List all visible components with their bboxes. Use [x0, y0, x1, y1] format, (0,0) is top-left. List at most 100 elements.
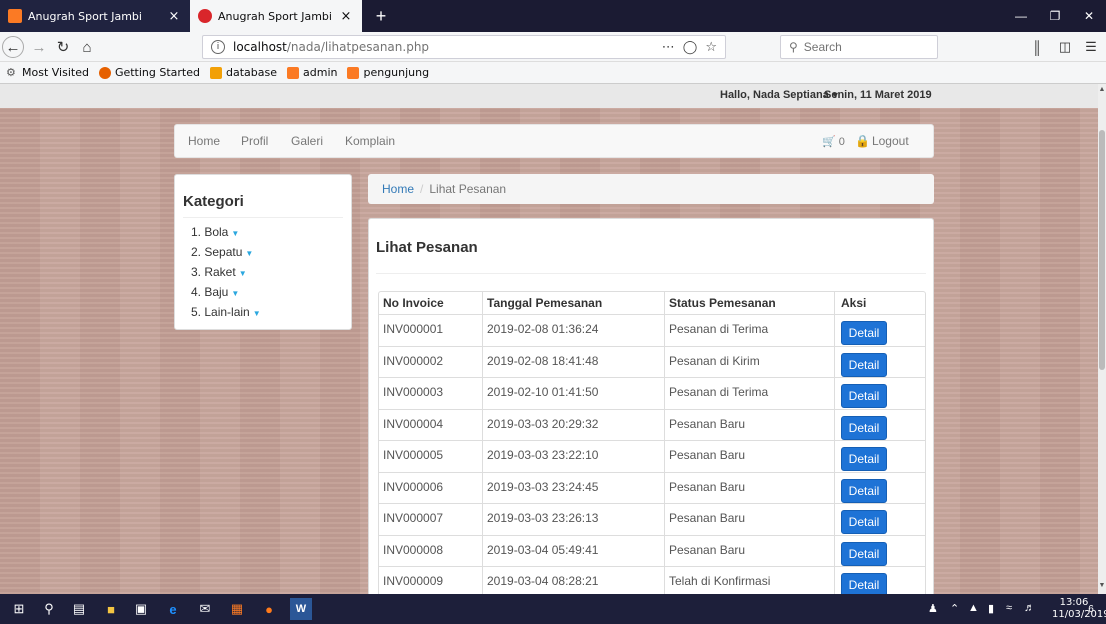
action-cell: Detail	[835, 315, 925, 346]
volume-icon[interactable]: ♬	[1024, 602, 1035, 614]
wifi-icon[interactable]: ≈	[1006, 602, 1012, 614]
store-icon[interactable]: ▣	[130, 598, 152, 620]
detail-button[interactable]: Detail	[841, 510, 887, 534]
table-row: INV000001 2019-02-08 01:36:24 Pesanan di T…	[379, 314, 925, 346]
task-view-icon[interactable]: ▤	[68, 598, 90, 620]
library-icon[interactable]: ║	[1026, 36, 1048, 58]
column-header: Status Pemesanan	[665, 292, 835, 314]
url-bar[interactable]: i localhost /nada/lihatpesanan.php ⋯ ◯ ☆	[202, 35, 726, 59]
tray-chevron-icon[interactable]: ⌃	[950, 602, 959, 615]
order-status-cell: Pesanan Baru	[665, 441, 835, 472]
nav-komplain[interactable]: Komplain	[345, 134, 395, 148]
caret-down-icon: ▼	[231, 289, 240, 298]
bookmark-most-visited[interactable]: ⚙ Most Visited	[6, 66, 89, 79]
menu-icon[interactable]: ☰	[1080, 36, 1102, 58]
page-scrollbar[interactable]: ▲ ▼	[1098, 84, 1106, 594]
browser-tab-1[interactable]: Anugrah Sport Jambi ×	[0, 0, 190, 32]
bookmark-admin[interactable]: admin	[287, 66, 337, 79]
gear-icon: ⚙	[6, 65, 16, 79]
detail-button[interactable]: Detail	[841, 447, 887, 471]
search-icon: ⚲	[789, 40, 798, 54]
cart-link[interactable]: 🛒 0	[822, 135, 845, 148]
order-status-cell: Pesanan di Terima	[665, 378, 835, 409]
invoice-cell: INV000006	[379, 472, 483, 503]
search-icon[interactable]: ⚲	[38, 598, 60, 620]
category-raket[interactable]: 3. Raket ▼	[191, 265, 247, 279]
people-icon[interactable]: ♟	[928, 602, 938, 615]
bookmark-database[interactable]: database	[210, 66, 277, 79]
page-actions-icon[interactable]: ⋯	[662, 40, 675, 55]
detail-button[interactable]: Detail	[841, 321, 887, 345]
nav-galeri[interactable]: Galeri	[291, 134, 323, 148]
firefox-icon[interactable]: ●	[258, 598, 280, 620]
detail-button[interactable]: Detail	[841, 478, 887, 503]
close-tab-icon[interactable]: ×	[166, 9, 182, 24]
bookmark-label: Getting Started	[114, 66, 200, 79]
network-icon[interactable]: ▲	[968, 602, 979, 614]
battery-icon[interactable]: ▮	[988, 602, 994, 615]
invoice-cell: INV000005	[379, 441, 483, 472]
detail-button[interactable]: Detail	[841, 352, 887, 377]
browser-toolbar: ← → ↻ ⌂ i localhost /nada/lihatpesanan.p…	[0, 32, 1106, 62]
mail-icon[interactable]: ✉	[194, 598, 216, 620]
xampp-icon[interactable]: ▦	[226, 598, 248, 620]
user-strip: Hallo, Nada Septiana ▼ Senin, 11 Maret 20…	[0, 84, 1098, 108]
user-greeting-dropdown[interactable]: Hallo, Nada Septiana ▼	[720, 89, 840, 101]
action-cell: Detail	[835, 410, 925, 441]
invoice-cell: INV000003	[379, 378, 483, 409]
action-cell: Detail	[835, 567, 925, 594]
home-icon[interactable]: ⌂	[76, 36, 98, 58]
reload-icon[interactable]: ↻	[52, 36, 74, 58]
table-row: INV000007 2019-03-03 23:26:13 Pesanan Baru…	[379, 503, 925, 535]
windows-taskbar: ⊞ ⚲ ▤ ■ ▣ e ✉ ▦ ● W ♟ ⌃ ▲ ▮ ≈ ♬ 13:06 11…	[0, 594, 1106, 624]
pocket-icon[interactable]: ◯	[683, 40, 698, 55]
category-lain-lain[interactable]: 5. Lain-lain ▼	[191, 305, 261, 319]
restore-icon[interactable]: ❐	[1038, 0, 1072, 32]
file-explorer-icon[interactable]: ■	[100, 598, 122, 620]
close-tab-icon[interactable]: ×	[338, 9, 354, 24]
browser-tab-2[interactable]: Anugrah Sport Jambi ×	[190, 0, 362, 32]
scroll-up-icon[interactable]: ▲	[1098, 86, 1106, 93]
detail-button[interactable]: Detail	[841, 541, 887, 566]
new-tab-button[interactable]: +	[368, 0, 394, 32]
order-date-cell: 2019-03-04 05:49:41	[483, 535, 665, 566]
phpmyadmin-icon	[210, 66, 222, 79]
sidebar-icon[interactable]: ◫	[1054, 36, 1076, 58]
scrollbar-thumb[interactable]	[1099, 130, 1105, 370]
bookmark-pengunjung[interactable]: pengunjung	[347, 66, 429, 79]
edge-icon[interactable]: e	[162, 598, 184, 620]
breadcrumb-home[interactable]: Home	[382, 182, 414, 196]
action-cell: Detail	[835, 504, 925, 535]
detail-button[interactable]: Detail	[841, 384, 887, 408]
close-window-icon[interactable]: ✕	[1072, 0, 1106, 32]
notification-icon[interactable]: 6	[1080, 598, 1102, 620]
table-row: INV000003 2019-02-10 01:41:50 Pesanan di T…	[379, 377, 925, 409]
nav-home[interactable]: Home	[188, 134, 220, 148]
invoice-cell: INV000002	[379, 346, 483, 377]
category-sepatu[interactable]: 2. Sepatu ▼	[191, 245, 253, 259]
xampp-icon	[287, 66, 299, 79]
scroll-down-icon[interactable]: ▼	[1098, 582, 1106, 589]
back-arrow-icon[interactable]: ←	[2, 36, 24, 58]
minimize-icon[interactable]: —	[1004, 0, 1038, 32]
invoice-cell: INV000009	[379, 567, 483, 594]
invoice-cell: INV000004	[379, 409, 483, 440]
detail-button[interactable]: Detail	[841, 573, 887, 594]
info-icon[interactable]: i	[211, 40, 225, 54]
word-icon[interactable]: W	[290, 598, 312, 620]
category-baju[interactable]: 4. Baju ▼	[191, 285, 239, 299]
category-bola[interactable]: 1. Bola ▼	[191, 225, 239, 239]
forward-arrow-icon[interactable]: →	[28, 36, 50, 58]
site-favicon-icon	[198, 9, 212, 23]
windows-start-icon[interactable]: ⊞	[8, 598, 30, 620]
bookmark-star-icon[interactable]: ☆	[705, 40, 717, 55]
bookmark-getting-started[interactable]: Getting Started	[98, 66, 200, 79]
detail-button[interactable]: Detail	[841, 415, 887, 440]
firefox-icon	[98, 66, 111, 79]
nav-profil[interactable]: Profil	[241, 134, 268, 148]
lock-icon: 🔒	[855, 134, 870, 148]
search-input[interactable]: ⚲ Search	[780, 35, 938, 59]
bookmark-label: Most Visited	[22, 66, 89, 79]
logout-link[interactable]: 🔒 Logout	[855, 134, 909, 148]
bookmark-label: database	[226, 66, 277, 79]
